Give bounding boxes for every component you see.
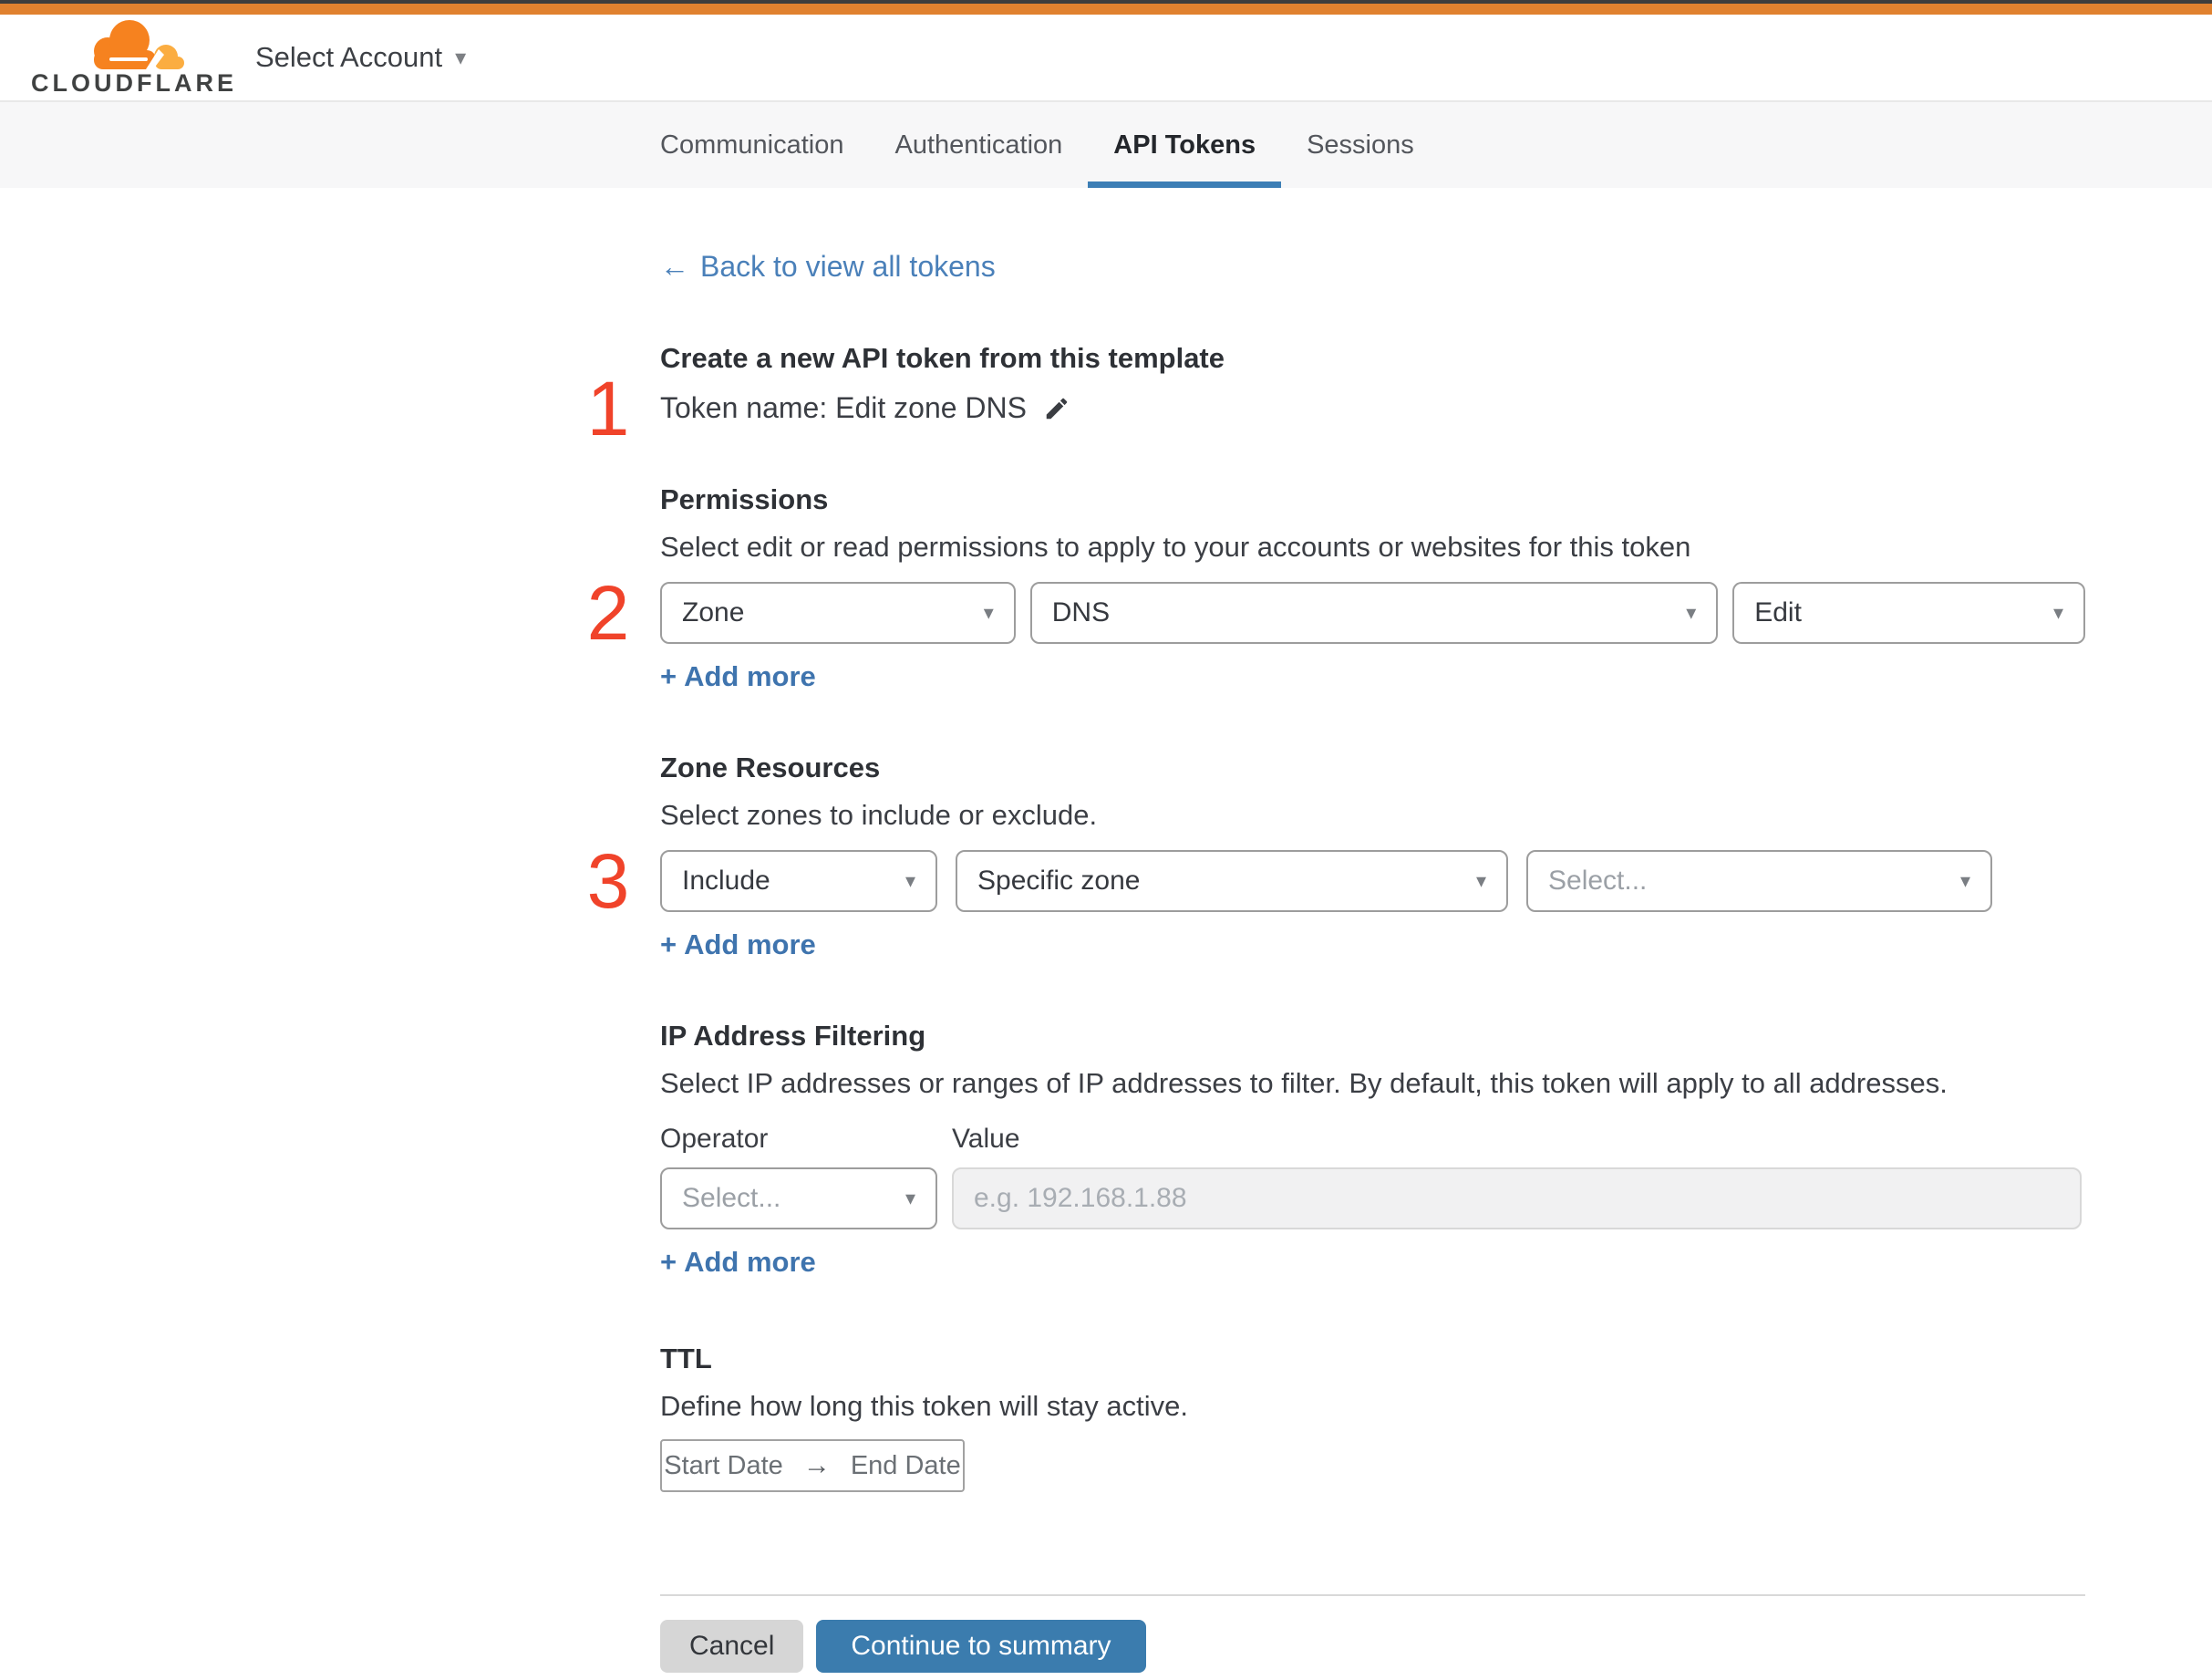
- chevron-down-icon: ▾: [455, 45, 467, 70]
- ttl-heading: TTL: [660, 1343, 712, 1374]
- end-date-placeholder: End Date: [850, 1450, 961, 1480]
- plus-icon: +: [660, 1246, 677, 1278]
- zone-mode-select[interactable]: Include ▾: [660, 850, 937, 912]
- plus-icon: +: [660, 928, 677, 960]
- ip-filtering-heading: IP Address Filtering: [660, 1020, 926, 1052]
- start-date-placeholder: Start Date: [664, 1450, 783, 1480]
- step-number-3: 3: [586, 838, 630, 924]
- ttl-description: Define how long this token will stay act…: [660, 1390, 1188, 1422]
- plus-icon: +: [660, 660, 677, 692]
- ip-filtering-add-more-link[interactable]: + Add more: [660, 1246, 816, 1279]
- tab-authentication[interactable]: Authentication: [869, 102, 1088, 188]
- permission-access-value: Edit: [1754, 597, 1802, 627]
- chevron-down-icon: ▾: [1686, 601, 1697, 624]
- footer-actions: Cancel Continue to summary: [660, 1620, 2085, 1680]
- chevron-down-icon: ▾: [904, 869, 915, 892]
- permission-access-select[interactable]: Edit ▾: [1732, 582, 2085, 644]
- zone-type-value: Specific zone: [977, 866, 1141, 896]
- zone-resources-add-more-link[interactable]: + Add more: [660, 928, 816, 961]
- zone-type-select[interactable]: Specific zone ▾: [956, 850, 1508, 912]
- step-number-1: 1: [586, 365, 630, 451]
- account-selector-label: Select Account: [255, 41, 443, 73]
- permissions-add-more-label: Add more: [684, 660, 816, 692]
- chevron-down-icon: ▾: [904, 1187, 915, 1209]
- brand-wordmark: CLOUDFLARE: [31, 68, 237, 97]
- account-selector[interactable]: Select Account ▾: [255, 41, 466, 74]
- create-token-heading: Create a new API token from this templat…: [660, 342, 1225, 374]
- tab-communication[interactable]: Communication: [635, 102, 869, 188]
- permissions-heading: Permissions: [660, 483, 829, 515]
- main-content: ← Back to view all tokens Create a new A…: [587, 188, 2085, 1680]
- ip-filtering-row: Select... ▾: [660, 1167, 2085, 1229]
- ip-filtering-add-more-label: Add more: [684, 1246, 816, 1278]
- permission-scope-select[interactable]: Zone ▾: [660, 582, 1016, 644]
- zone-picker-select[interactable]: Select... ▾: [1526, 850, 1992, 912]
- tab-sessions[interactable]: Sessions: [1281, 102, 1440, 188]
- permissions-add-more-link[interactable]: + Add more: [660, 660, 816, 693]
- ip-filtering-description: Select IP addresses or ranges of IP addr…: [660, 1067, 1948, 1099]
- ttl-date-range-picker[interactable]: Start Date → End Date: [660, 1439, 965, 1492]
- pencil-icon: [1046, 398, 1068, 419]
- back-link-label: Back to view all tokens: [700, 250, 996, 283]
- chevron-down-icon: ▾: [983, 601, 994, 624]
- cloudflare-logo[interactable]: CLOUDFLARE: [31, 18, 233, 98]
- zone-resources-heading: Zone Resources: [660, 752, 881, 783]
- continue-to-summary-button[interactable]: Continue to summary: [816, 1620, 1146, 1673]
- permissions-policy-row: 2 Zone ▾ DNS ▾ Edit ▾: [587, 575, 2085, 651]
- zone-picker-placeholder: Select...: [1548, 866, 1648, 896]
- permission-resource-value: DNS: [1051, 597, 1111, 627]
- edit-token-name-button[interactable]: [1043, 395, 1070, 422]
- app-header: CLOUDFLARE Select Account ▾: [0, 15, 2212, 102]
- chevron-down-icon: ▾: [2052, 601, 2063, 624]
- value-label: Value: [952, 1124, 1020, 1154]
- token-name-row: 1 Token name: Edit zone DNS: [587, 370, 2085, 447]
- cloudflare-cloud-icon: [94, 19, 184, 69]
- top-orange-strip: [0, 4, 2212, 15]
- zone-mode-value: Include: [682, 866, 770, 896]
- permission-resource-select[interactable]: DNS ▾: [1029, 582, 1719, 644]
- chevron-down-icon: ▾: [1959, 869, 1970, 892]
- ip-value-input[interactable]: [952, 1167, 2082, 1229]
- zone-resources-add-more-label: Add more: [684, 928, 816, 960]
- arrow-right-icon: →: [802, 1450, 831, 1480]
- ip-operator-select[interactable]: Select... ▾: [660, 1167, 937, 1229]
- step-number-2: 2: [586, 570, 630, 656]
- ip-operator-placeholder: Select...: [682, 1183, 781, 1213]
- footer-divider: [660, 1594, 2085, 1596]
- cancel-button[interactable]: Cancel: [660, 1620, 804, 1673]
- tab-api-tokens[interactable]: API Tokens: [1088, 102, 1281, 188]
- zone-resources-description: Select zones to include or exclude.: [660, 799, 1098, 831]
- operator-label: Operator: [660, 1124, 769, 1154]
- zone-resources-row: 3 Include ▾ Specific zone ▾ Select... ▾: [587, 843, 2085, 919]
- back-to-tokens-link[interactable]: ← Back to view all tokens: [660, 250, 996, 284]
- arrow-left-icon: ←: [660, 250, 689, 283]
- token-name-text: Token name: Edit zone DNS: [660, 391, 1027, 424]
- chevron-down-icon: ▾: [1475, 869, 1486, 892]
- ip-filtering-labels: Operator Value: [660, 1124, 2085, 1155]
- permission-scope-value: Zone: [682, 597, 745, 627]
- profile-tabbar: Communication Authentication API Tokens …: [0, 102, 2212, 188]
- permissions-description: Select edit or read permissions to apply…: [660, 531, 1691, 563]
